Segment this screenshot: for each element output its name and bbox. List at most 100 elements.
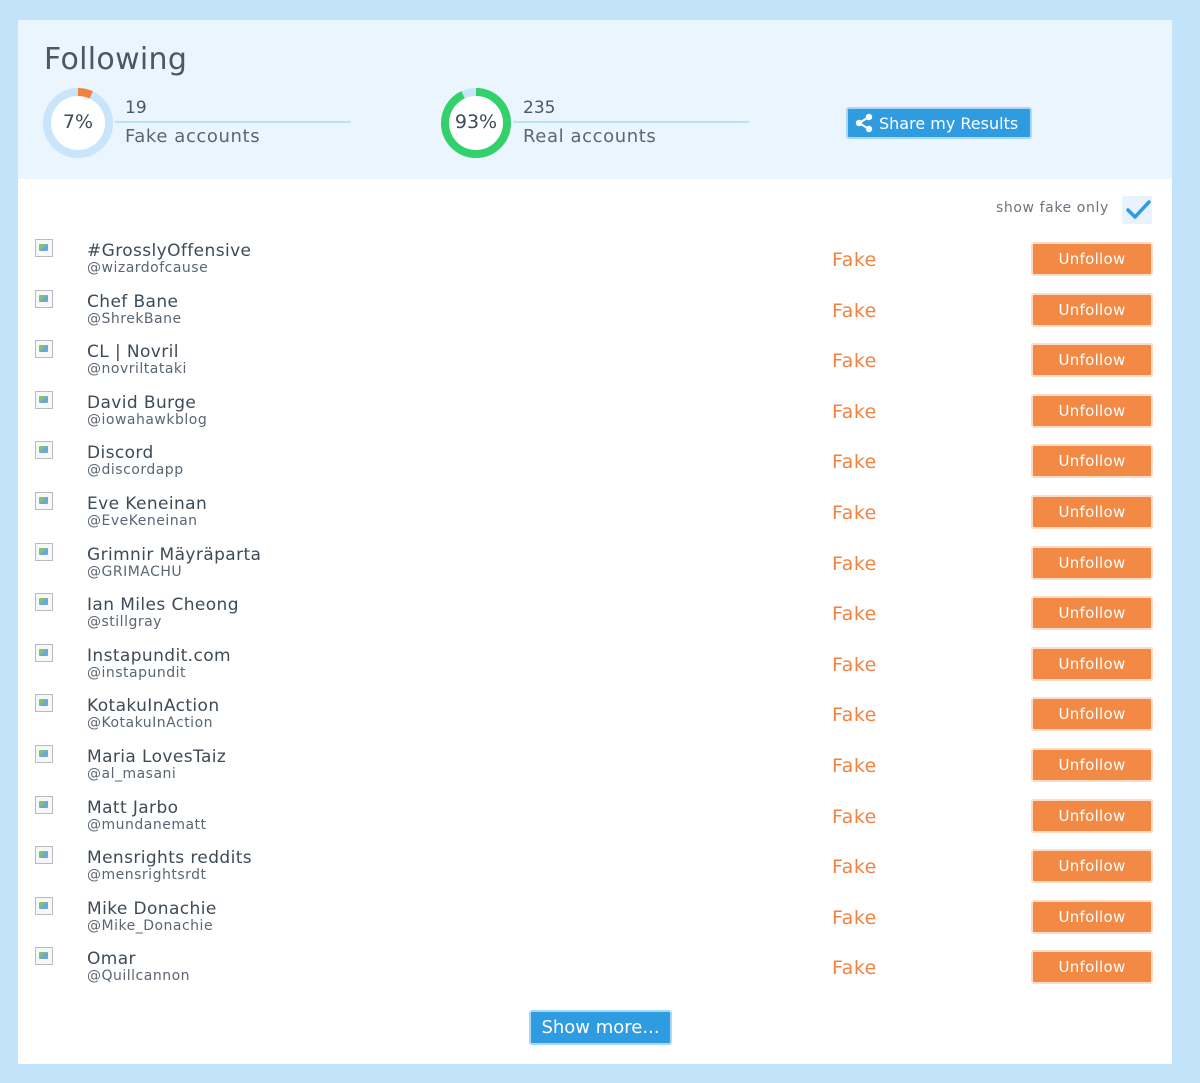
unfollow-button[interactable]: Unfollow — [1031, 748, 1153, 782]
share-results-label: Share my Results — [879, 113, 1019, 133]
account-name: KotakuInAction — [87, 696, 220, 717]
account-handle: @mundanematt — [87, 816, 207, 833]
real-percent-ring: 93% — [440, 87, 512, 159]
account-name: Mike Donachie — [87, 898, 217, 919]
unfollow-button[interactable]: Unfollow — [1031, 646, 1153, 681]
avatar — [35, 694, 53, 713]
account-name: Grimnir Mäyräparta — [87, 544, 262, 565]
account-status: Fake — [832, 755, 877, 777]
account-handle: @mensrightsrdt — [87, 867, 207, 884]
account-row: KotakuInAction @KotakuInAction Fake Unfollo… — [18, 694, 1172, 744]
account-row: Instapundit.com @instapundit Fake Unfollow — [18, 643, 1172, 694]
account-name: Matt Jarbo — [87, 797, 179, 818]
account-row: Discord @discordapp Fake Unfollow — [18, 441, 1172, 491]
account-status: Fake — [832, 350, 877, 373]
unfollow-button[interactable]: Unfollow — [1031, 393, 1153, 428]
account-row: CL | Novril @novriltataki Fake Unfollow — [18, 340, 1172, 390]
account-handle: @KotakuInAction — [87, 715, 214, 732]
avatar — [35, 492, 53, 510]
unfollow-button[interactable]: Unfollow — [1031, 950, 1153, 985]
avatar — [35, 239, 53, 257]
account-row: Mensrights reddits @mensrightsrdt Fake Unfo… — [18, 846, 1172, 896]
real-percent-label: 93% — [454, 111, 498, 133]
account-name: Mensrights reddits — [87, 848, 253, 869]
real-count: 235 — [523, 98, 556, 118]
share-results-button[interactable]: Share my Results — [846, 107, 1032, 139]
account-name: Instapundit.com — [87, 645, 231, 666]
account-row: Matt Jarbo @mundanematt Fake Unfollow — [18, 795, 1172, 846]
real-divider — [513, 121, 749, 123]
account-name: David Burge — [87, 392, 197, 413]
following-card: Following 7% 19 Fake accounts 93% 235 Re… — [18, 20, 1172, 1064]
unfollow-button[interactable]: Unfollow — [1031, 849, 1153, 884]
account-row: Grimnir Mäyräparta @GRIMACHU Fake Unfollow — [18, 542, 1172, 593]
fake-count: 19 — [125, 98, 147, 118]
account-status: Fake — [832, 704, 877, 727]
unfollow-button[interactable]: Unfollow — [1031, 899, 1153, 934]
account-status: Fake — [832, 856, 877, 879]
avatar — [35, 340, 53, 359]
account-row: David Burge @iowahawkblog Fake Unfollow — [18, 390, 1172, 441]
account-status: Fake — [832, 502, 877, 524]
account-name: Chef Bane — [87, 291, 179, 312]
unfollow-button[interactable]: Unfollow — [1031, 242, 1153, 276]
account-handle: @al_masani — [87, 766, 177, 782]
account-status: Fake — [832, 299, 877, 322]
fake-label: Fake accounts — [125, 126, 261, 147]
account-name: CL | Novril — [87, 342, 179, 363]
real-label: Real accounts — [523, 126, 657, 147]
account-row: Mike Donachie @Mike_Donachie Fake Unfollow — [18, 896, 1172, 947]
unfollow-button[interactable]: Unfollow — [1031, 596, 1153, 631]
unfollow-button[interactable]: Unfollow — [1031, 343, 1153, 378]
page-title: Following — [44, 42, 188, 77]
account-row: Ian Miles Cheong @stillgray Fake Unfollow — [18, 593, 1172, 643]
account-status: Fake — [832, 957, 877, 980]
unfollow-button[interactable]: Unfollow — [1031, 798, 1153, 833]
account-row: Omar @Quillcannon Fake Unfollow — [18, 947, 1172, 997]
account-status: Fake — [832, 552, 877, 575]
avatar — [35, 593, 53, 612]
account-status: Fake — [832, 653, 877, 676]
account-row: Eve Keneinan @EveKeneinan Fake Unfollow — [18, 492, 1172, 542]
show-fake-only-checkbox[interactable] — [1122, 196, 1152, 224]
account-name: Discord — [87, 443, 154, 464]
account-handle: @GRIMACHU — [87, 563, 183, 580]
avatar — [35, 745, 53, 763]
share-icon — [854, 113, 874, 133]
avatar — [35, 643, 53, 662]
account-handle: @instapundit — [87, 664, 187, 681]
unfollow-button[interactable]: Unfollow — [1031, 495, 1153, 529]
show-fake-only-label: show fake only — [996, 200, 1109, 216]
checkmark-icon — [1126, 200, 1151, 219]
account-status: Fake — [832, 451, 877, 474]
account-name: Maria LovesTaiz — [87, 747, 227, 767]
account-name: Ian Miles Cheong — [87, 595, 239, 616]
account-status: Fake — [832, 906, 877, 929]
account-handle: @Quillcannon — [87, 968, 191, 985]
avatar — [35, 846, 53, 865]
account-handle: @novriltataki — [87, 361, 187, 378]
account-row: Maria LovesTaiz @al_masani Fake Unfollow — [18, 745, 1172, 795]
avatar — [35, 390, 53, 409]
unfollow-button[interactable]: Unfollow — [1031, 292, 1153, 327]
unfollow-button[interactable]: Unfollow — [1031, 545, 1153, 580]
account-handle: @discordapp — [87, 462, 184, 479]
show-more-button[interactable]: Show more... — [529, 1010, 672, 1045]
avatar — [35, 542, 53, 561]
account-handle: @stillgray — [87, 614, 162, 631]
fake-percent-ring: 7% — [42, 87, 114, 159]
unfollow-button[interactable]: Unfollow — [1031, 444, 1153, 479]
account-handle: @EveKeneinan — [87, 513, 198, 529]
avatar — [35, 441, 53, 460]
account-row: #GrosslyOffensive @wizardofcause Fake Unfol… — [18, 239, 1172, 289]
account-name: #GrosslyOffensive — [87, 241, 252, 261]
account-status: Fake — [832, 249, 877, 271]
account-status: Fake — [832, 603, 877, 626]
account-handle: @ShrekBane — [87, 310, 182, 327]
account-row: Chef Bane @ShrekBane Fake Unfollow — [18, 289, 1172, 340]
fake-percent-label: 7% — [62, 111, 94, 133]
account-status: Fake — [832, 805, 877, 828]
unfollow-button[interactable]: Unfollow — [1031, 697, 1153, 732]
account-status: Fake — [832, 400, 877, 423]
account-name: Eve Keneinan — [87, 494, 208, 514]
